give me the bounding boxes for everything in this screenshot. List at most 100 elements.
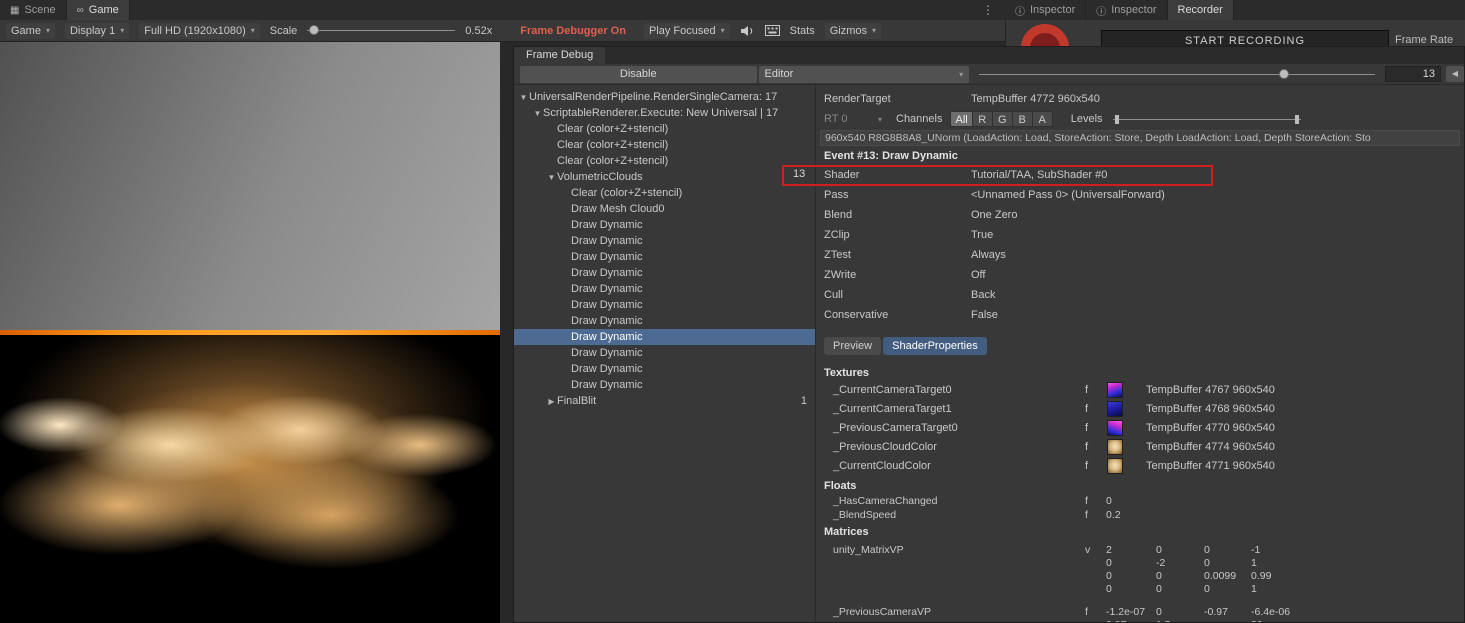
foldout-open-icon[interactable]: ▼ — [518, 93, 529, 102]
scale-value: 0.52x — [465, 24, 493, 37]
frame-event-slider[interactable] — [979, 66, 1376, 83]
tree-item[interactable]: Draw Dynamic — [514, 377, 815, 393]
chevron-down-icon: ▾ — [959, 69, 964, 79]
float-property-row: _BlendSpeed f 0.2 — [816, 508, 1464, 522]
rt-dropdown[interactable]: RT 0 ▾ — [824, 113, 882, 125]
unity-editor: ▦ Scene ∞ Game ⋮ ⓘ Inspector ⓘ Inspector… — [0, 0, 1465, 623]
play-focused-label: Play Focused — [648, 24, 716, 37]
slider-thumb[interactable] — [309, 25, 320, 35]
channel-r-button[interactable]: R — [972, 111, 993, 127]
tree-item[interactable]: Clear (color+Z+stencil) — [514, 153, 815, 169]
tab-scene[interactable]: ▦ Scene — [0, 0, 67, 20]
texture-name: _CurrentCloudColor — [833, 460, 931, 472]
tree-item[interactable]: Draw Mesh Cloud0 — [514, 201, 815, 217]
resolution-dropdown[interactable]: Full HD (1920x1080) ▾ — [139, 22, 260, 39]
target-dropdown[interactable]: Editor ▾ — [758, 65, 970, 83]
tree-item[interactable]: Draw Dynamic — [514, 361, 815, 377]
tree-item[interactable]: Draw Dynamic — [514, 345, 815, 361]
texture-thumbnail[interactable] — [1107, 458, 1123, 474]
texture-name: _PreviousCameraTarget0 — [833, 422, 958, 434]
tree-item[interactable]: Draw Dynamic — [514, 313, 815, 329]
shader-stage-flag: f — [1085, 403, 1089, 415]
tree-item[interactable]: ▼ ScriptableRenderer.Execute: New Univers… — [514, 105, 815, 121]
detail-tabs: Preview ShaderProperties — [824, 337, 1464, 355]
tree-item[interactable]: Clear (color+Z+stencil) — [514, 185, 815, 201]
prev-event-button[interactable]: ◀ — [1445, 66, 1464, 82]
levels-slider[interactable] — [1112, 111, 1301, 128]
levels-max-handle[interactable] — [1294, 114, 1299, 124]
tree-item[interactable]: ▼ VolumetricClouds — [514, 169, 815, 185]
tab-inspector-1[interactable]: ⓘ Inspector — [1005, 0, 1087, 20]
scale-slider[interactable] — [307, 22, 456, 39]
game-display-dropdown[interactable]: Game ▾ — [6, 22, 55, 39]
texture-property-row: _CurrentCameraTarget0 f TempBuffer 4767 … — [816, 381, 1464, 400]
tree-item-selected[interactable]: Draw Dynamic — [514, 329, 815, 345]
tree-item[interactable]: ▶ FinalBlit 1 — [514, 393, 815, 409]
tree-item[interactable]: Draw Dynamic — [514, 217, 815, 233]
matrix-property-row: unity_MatrixVP v 2 0 0 -1 0 -2 0 1 0 0 0.0099 0.9… — [816, 544, 1464, 598]
property-row-ztest: ZTest Always — [824, 249, 1006, 261]
float-value: 0.2 — [1106, 509, 1121, 521]
channel-a-button[interactable]: A — [1032, 111, 1053, 127]
textures-section-header: Textures — [824, 367, 870, 379]
foldout-open-icon[interactable]: ▼ — [546, 173, 557, 182]
tab-inspector-2[interactable]: ⓘ Inspector — [1086, 0, 1168, 20]
levels-min-handle[interactable] — [1114, 114, 1119, 124]
tab-shader-properties[interactable]: ShaderProperties — [883, 337, 987, 355]
tree-item[interactable]: Clear (color+Z+stencil) — [514, 121, 815, 137]
tab-frame-debug[interactable]: Frame Debug — [514, 47, 606, 64]
tab-inspector-2-label: Inspector — [1111, 4, 1157, 16]
tree-item[interactable]: Clear (color+Z+stencil) — [514, 137, 815, 153]
texture-thumbnail[interactable] — [1107, 420, 1123, 436]
event-details: RenderTarget TempBuffer 4772 960x540 RT … — [816, 85, 1464, 622]
texture-thumbnail[interactable] — [1107, 382, 1123, 398]
shader-stage-flag: f — [1085, 460, 1089, 472]
stats-button[interactable]: Stats — [790, 25, 815, 37]
tab-preview[interactable]: Preview — [824, 337, 882, 355]
frame-number-field[interactable]: 13 — [1385, 66, 1441, 82]
texture-property-row: _CurrentCameraTarget1 f TempBuffer 4768 … — [816, 400, 1464, 419]
texture-thumbnail[interactable] — [1107, 439, 1123, 455]
slider-thumb[interactable] — [1278, 68, 1289, 79]
shader-stage-flag: f — [1085, 509, 1088, 521]
disable-button[interactable]: Disable — [520, 65, 757, 83]
kebab-menu-icon[interactable]: ⋮ — [980, 0, 996, 20]
tab-game[interactable]: ∞ Game — [66, 0, 130, 20]
display-number-dropdown[interactable]: Display 1 ▾ — [64, 22, 130, 39]
texture-value: TempBuffer 4768 960x540 — [1146, 403, 1275, 415]
shader-stage-flag: f — [1085, 384, 1089, 396]
texture-value: TempBuffer 4774 960x540 — [1146, 441, 1275, 453]
render-target-value: TempBuffer 4772 960x540 — [971, 93, 1100, 105]
channel-g-button[interactable]: G — [992, 111, 1013, 127]
tree-item[interactable]: Draw Dynamic — [514, 249, 815, 265]
shader-stage-flag: v — [1085, 544, 1091, 556]
tree-item[interactable]: Draw Dynamic — [514, 297, 815, 313]
matrix-property-row: _PreviousCameraVP f -1.2e-07 0 -0.97 -6.4e-… — [816, 606, 1464, 622]
tree-item[interactable]: Draw Dynamic — [514, 233, 815, 249]
scene-grid-icon: ▦ — [10, 4, 20, 16]
device-grid-icon[interactable] — [764, 25, 780, 36]
texture-property-row: _PreviousCloudColor f TempBuffer 4774 96… — [816, 438, 1464, 457]
sky-render — [0, 42, 500, 330]
info-icon: ⓘ — [1096, 6, 1107, 18]
texture-property-row: _CurrentCloudColor f TempBuffer 4771 960… — [816, 457, 1464, 476]
tree-item[interactable]: ▼ UniversalRenderPipeline.RenderSingleCam… — [514, 89, 815, 105]
tab-recorder-label: Recorder — [1177, 4, 1223, 16]
texture-value: TempBuffer 4770 960x540 — [1146, 422, 1275, 434]
foldout-open-icon[interactable]: ▼ — [532, 109, 543, 118]
foldout-closed-icon[interactable]: ▶ — [546, 397, 557, 406]
play-focused-dropdown[interactable]: Play Focused ▾ — [643, 22, 730, 39]
recorder-panel: START RECORDING Frame Rate — [1005, 20, 1465, 72]
tab-scene-label: Scene — [24, 4, 56, 16]
tab-recorder[interactable]: Recorder — [1167, 0, 1234, 20]
display-number-label: Display 1 — [69, 24, 116, 37]
mute-audio-icon[interactable] — [740, 25, 755, 37]
texture-thumbnail[interactable] — [1107, 401, 1123, 417]
channel-b-button[interactable]: B — [1012, 111, 1033, 127]
channel-all-button[interactable]: All — [950, 111, 973, 127]
gizmos-dropdown[interactable]: Gizmos ▾ — [824, 22, 882, 39]
tree-item[interactable]: Draw Dynamic — [514, 265, 815, 281]
event-count: 1 — [800, 395, 807, 407]
tree-item[interactable]: Draw Dynamic — [514, 281, 815, 297]
matrices-section-header: Matrices — [824, 526, 869, 538]
